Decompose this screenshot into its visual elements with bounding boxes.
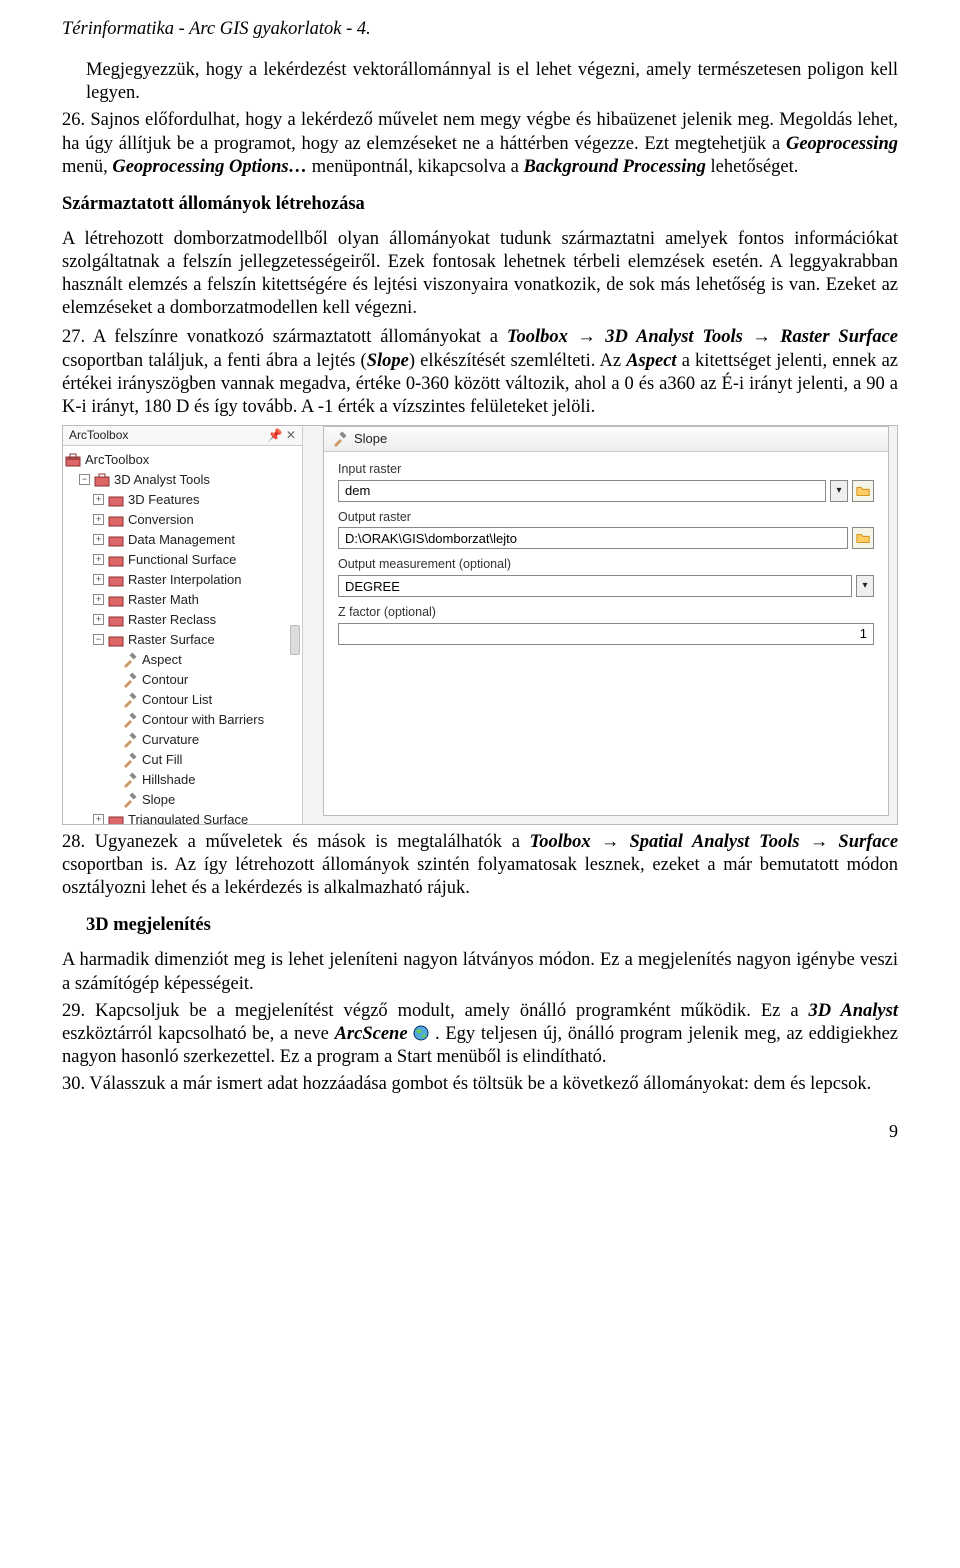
arctoolbox-panel: ArcToolbox 📌 ✕ ArcToolbox − 3D Analyst T… [63, 426, 303, 824]
slope-dialog: Slope Input raster ▾ Output raster [323, 426, 889, 816]
arctoolbox-title: ArcToolbox [69, 428, 128, 443]
item-28: 28. Ugyanezek a műveletek és mások is me… [62, 829, 898, 900]
hammer-icon [122, 672, 138, 688]
section-3d-paragraph: A harmadik dimenziót meg is lehet jelení… [62, 949, 898, 995]
tree-tool[interactable]: Contour [65, 670, 300, 690]
toolbox-tree: ArcToolbox − 3D Analyst Tools +3D Featur… [63, 446, 302, 825]
tree-item[interactable]: +3D Features [65, 490, 300, 510]
toolset-icon [108, 572, 124, 588]
expand-icon[interactable]: + [93, 514, 104, 525]
tree-tool[interactable]: Curvature [65, 730, 300, 750]
tree-tool[interactable]: Contour List [65, 690, 300, 710]
page-number: 9 [62, 1120, 898, 1143]
toolset-icon [108, 592, 124, 608]
hammer-icon [122, 752, 138, 768]
expand-icon[interactable]: + [93, 494, 104, 505]
tree-tool[interactable]: Aspect [65, 650, 300, 670]
input-raster-label: Input raster [338, 462, 874, 478]
toolbox-icon [65, 452, 81, 468]
collapse-icon[interactable]: − [79, 474, 90, 485]
collapse-icon[interactable]: − [93, 634, 104, 645]
item-26: 26. Sajnos előfordulhat, hogy a lekérdez… [62, 109, 898, 178]
tree-item[interactable]: +Triangulated Surface [65, 810, 300, 825]
folder-icon [856, 531, 870, 545]
arcscene-icon [413, 1025, 429, 1041]
tree-tool[interactable]: Slope [65, 790, 300, 810]
expand-icon[interactable]: + [93, 574, 104, 585]
item-30-num: 30. [62, 1074, 85, 1094]
tree-item[interactable]: +Raster Math [65, 590, 300, 610]
item-30: 30. Válasszuk a már ismert adat hozzáadá… [62, 1073, 898, 1096]
hammer-icon [122, 652, 138, 668]
arcgis-screenshot: ArcToolbox 📌 ✕ ArcToolbox − 3D Analyst T… [62, 425, 898, 825]
section-derived-paragraph: A létrehozott domborzatmodellből olyan á… [62, 228, 898, 321]
expand-icon[interactable]: + [93, 594, 104, 605]
tree-item[interactable]: +Raster Reclass [65, 610, 300, 630]
item-26-num: 26. [62, 110, 85, 130]
scrollbar-handle[interactable] [290, 625, 300, 655]
toolset-icon [108, 492, 124, 508]
item-28-num: 28. [62, 832, 85, 852]
dropdown-icon[interactable]: ▾ [830, 480, 848, 502]
toolset-icon [108, 632, 124, 648]
input-raster-field[interactable] [338, 480, 826, 502]
output-raster-field[interactable] [338, 527, 848, 549]
section-3d-title: 3D megjelenítés [62, 914, 898, 937]
toolbox-icon [94, 472, 110, 488]
hammer-icon [122, 772, 138, 788]
tree-item[interactable]: +Data Management [65, 530, 300, 550]
intro-paragraph: Megjegyezzük, hogy a lekérdezést vektorá… [62, 59, 898, 105]
toolset-icon [108, 812, 124, 825]
tree-tool[interactable]: Hillshade [65, 770, 300, 790]
hammer-icon [122, 692, 138, 708]
tree-item[interactable]: +Functional Surface [65, 550, 300, 570]
browse-button[interactable] [852, 480, 874, 502]
item-29-num: 29. [62, 1001, 85, 1021]
tree-root[interactable]: ArcToolbox [65, 450, 300, 470]
browse-button[interactable] [852, 527, 874, 549]
hammer-icon [122, 732, 138, 748]
expand-icon[interactable]: + [93, 554, 104, 565]
zfactor-label: Z factor (optional) [338, 605, 874, 621]
tree-tool[interactable]: Contour with Barriers [65, 710, 300, 730]
expand-icon[interactable]: + [93, 814, 104, 825]
measurement-field[interactable] [338, 575, 852, 597]
page-header: Térinformatika - Arc GIS gyakorlatok - 4… [62, 18, 898, 41]
expand-icon[interactable]: + [93, 614, 104, 625]
item-29: 29. Kapcsoljuk be a megjelenítést végző … [62, 1000, 898, 1069]
section-derived-title: Származtatott állományok létrehozása [62, 193, 898, 216]
tree-item[interactable]: +Conversion [65, 510, 300, 530]
output-raster-label: Output raster [338, 510, 874, 526]
hammer-icon [122, 712, 138, 728]
hammer-icon [332, 431, 348, 447]
tree-item[interactable]: +Raster Interpolation [65, 570, 300, 590]
tree-raster-surface[interactable]: − Raster Surface [65, 630, 300, 650]
dropdown-icon[interactable]: ▾ [856, 575, 874, 597]
toolset-icon [108, 552, 124, 568]
zfactor-field[interactable] [338, 623, 874, 645]
item-27-num: 27. [62, 327, 85, 347]
folder-icon [856, 484, 870, 498]
tree-3d-analyst[interactable]: − 3D Analyst Tools [65, 470, 300, 490]
expand-icon[interactable]: + [93, 534, 104, 545]
tree-tool[interactable]: Cut Fill [65, 750, 300, 770]
item-27: 27. A felszínre vonatkozó származtatott … [62, 324, 898, 419]
toolset-icon [108, 532, 124, 548]
dialog-title: Slope [354, 431, 387, 447]
hammer-icon [122, 792, 138, 808]
pin-icon[interactable]: 📌 ✕ [268, 428, 296, 443]
toolset-icon [108, 512, 124, 528]
measurement-label: Output measurement (optional) [338, 557, 874, 573]
toolset-icon [108, 612, 124, 628]
